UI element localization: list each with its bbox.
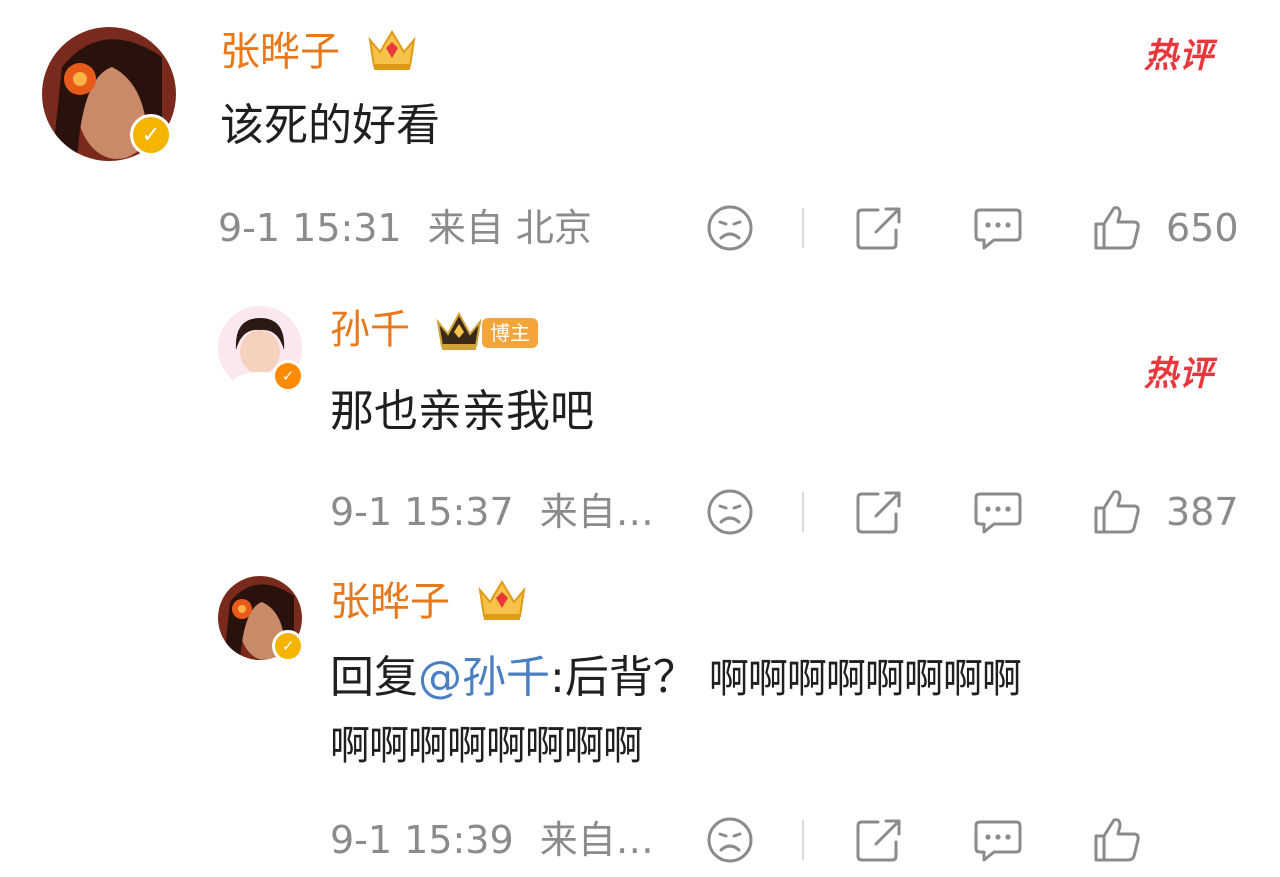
like-count: 650 (1166, 206, 1239, 250)
comment-icon[interactable] (972, 488, 1024, 536)
divider (802, 492, 804, 532)
comment-text: 那也亲亲我吧 (330, 386, 594, 437)
share-icon[interactable] (854, 204, 904, 252)
verified-icon: ✓ (130, 114, 172, 156)
timestamp: 9-1 15:39 (330, 818, 514, 862)
share-icon[interactable] (854, 816, 904, 864)
role-tag: 博主 (482, 318, 538, 348)
reply-prefix: 回复 (330, 652, 418, 703)
sad-face-icon[interactable] (706, 488, 754, 536)
comment-meta: 9-1 15:37 来自… (330, 490, 654, 534)
location: 来自 北京 (427, 206, 592, 250)
sad-face-icon[interactable] (706, 816, 754, 864)
location: 来自… (539, 490, 654, 534)
sad-face-icon[interactable] (706, 204, 754, 252)
location: 来自… (539, 818, 654, 862)
comment-icon[interactable] (972, 816, 1024, 864)
crown-icon (368, 30, 416, 70)
crown-icon (436, 311, 482, 350)
username[interactable]: 孙千 (330, 306, 410, 354)
comment-icon[interactable] (972, 204, 1024, 252)
divider (802, 208, 804, 248)
username[interactable]: 张晔子 (330, 578, 450, 626)
comment-text: 该死的好看 (220, 100, 440, 151)
reply-text-tail: 啊啊啊啊啊啊啊啊 (708, 656, 1022, 702)
comment-meta: 9-1 15:39 来自… (330, 818, 654, 862)
mention-link[interactable]: @孙千 (418, 652, 550, 703)
hot-comment-badge: 热评 (1144, 36, 1214, 76)
timestamp: 9-1 15:37 (330, 490, 514, 534)
timestamp: 9-1 15:31 (218, 206, 402, 250)
share-icon[interactable] (854, 488, 904, 536)
reply-text: :后背？ (550, 652, 697, 703)
verified-icon: ✓ (272, 630, 304, 662)
thumbs-up-icon[interactable] (1092, 486, 1142, 536)
like-count: 387 (1166, 490, 1239, 534)
comment-meta: 9-1 15:31 来自 北京 (218, 206, 592, 250)
comment-text: 回复@孙千:后背？ 啊啊啊啊啊啊啊啊 (330, 650, 1022, 707)
thumbs-up-icon[interactable] (1092, 202, 1142, 252)
divider (802, 820, 804, 860)
username[interactable]: 张晔子 (220, 28, 340, 76)
crown-icon (478, 580, 526, 620)
thumbs-up-icon[interactable] (1092, 814, 1142, 864)
hot-comment-badge: 热评 (1144, 354, 1214, 394)
comment-text-line2: 啊啊啊啊啊啊啊啊 (330, 723, 643, 769)
verified-icon: ✓ (272, 360, 304, 392)
